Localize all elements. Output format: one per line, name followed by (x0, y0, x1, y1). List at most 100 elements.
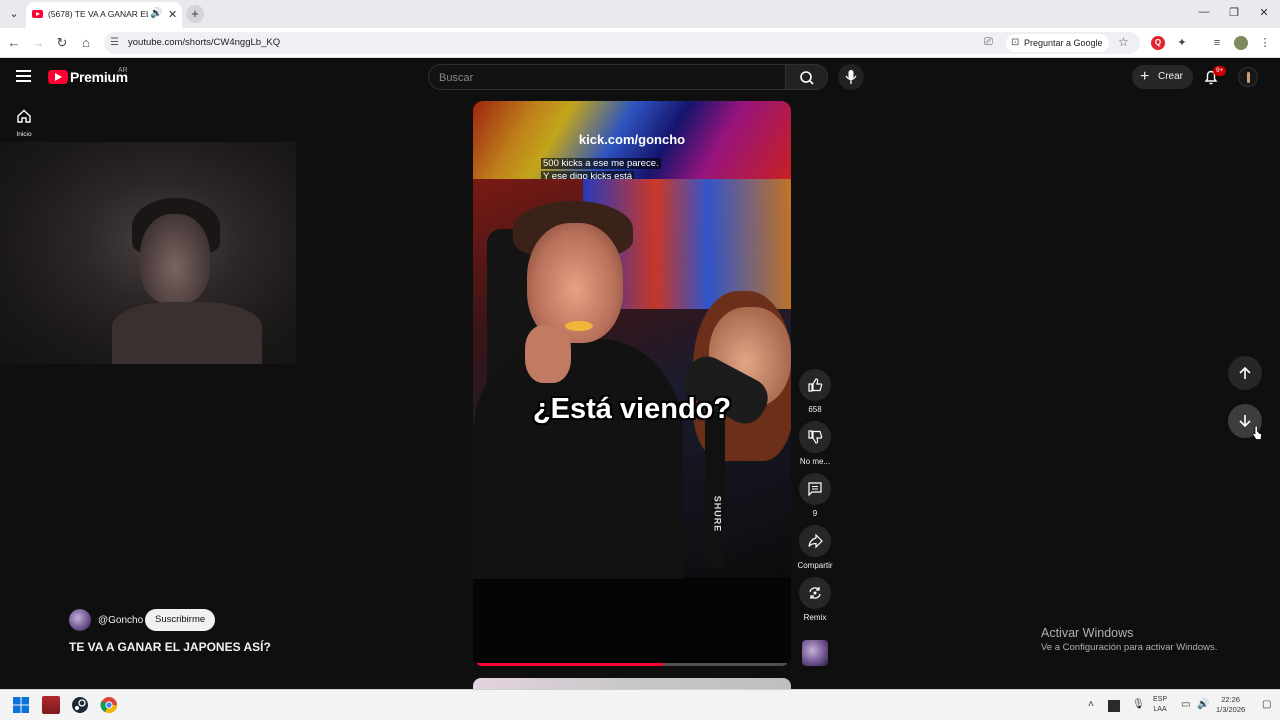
volume-icon[interactable]: 🔊 (1197, 699, 1209, 710)
url-text[interactable]: youtube.com/shorts/CW4nggLb_KQ (128, 37, 280, 48)
microphone-brand: SHURE (712, 495, 723, 533)
share-arrow-icon (808, 533, 823, 549)
nvidia-tray-icon[interactable] (1108, 700, 1120, 712)
comments-button[interactable] (799, 473, 831, 505)
google-lens-icon: ⊡ (1011, 37, 1020, 48)
browser-menu-icon[interactable]: ⋮ (1258, 36, 1272, 50)
watermark-title: Activar Windows (1041, 626, 1134, 640)
notification-count-badge: 9+ (1213, 66, 1227, 76)
reload-icon[interactable]: ↻ (54, 35, 70, 51)
account-avatar[interactable] (1238, 67, 1258, 87)
maximize-button[interactable]: ❐ (1226, 6, 1242, 19)
microphone-tray-icon[interactable]: 🎙 (1132, 699, 1145, 710)
subscribe-button[interactable]: Suscribirme (145, 609, 216, 631)
comment-icon (808, 482, 822, 497)
back-arrow-icon[interactable]: ← (6, 35, 22, 51)
windows-start-icon[interactable] (12, 696, 30, 714)
sidebar-item-home[interactable]: Inicio (8, 108, 40, 140)
home-icon[interactable]: ⌂ (78, 35, 94, 51)
hand-cursor-icon (1252, 426, 1262, 440)
extension-red-icon[interactable]: Q (1151, 36, 1165, 50)
channel-handle[interactable]: @Goncho (98, 615, 143, 626)
video-overlay-text: ¿Está viendo? (532, 393, 732, 425)
snack-chip (565, 321, 593, 331)
webcam-overlay (0, 142, 296, 364)
video-progress-bar[interactable] (477, 663, 787, 666)
close-window-button[interactable]: ✕ (1256, 6, 1272, 19)
input-language-indicator[interactable]: ESP LAA (1153, 695, 1167, 715)
youtube-logo-icon[interactable] (48, 70, 68, 84)
notification-center-icon[interactable]: ▢ (1262, 699, 1271, 710)
audio-playing-icon[interactable]: 🔊 (150, 8, 162, 19)
channel-avatar[interactable] (69, 609, 91, 631)
share-action: Compartir (795, 525, 835, 570)
like-count: 658 (808, 405, 822, 414)
person-hand (525, 325, 571, 383)
dislike-action: No me... (795, 421, 835, 466)
forward-arrow-icon[interactable]: → (30, 35, 46, 51)
webcam-person-body (112, 302, 262, 364)
bookmark-star-icon[interactable]: ☆ (1118, 35, 1129, 49)
ask-google-label: Preguntar a Google (1024, 38, 1103, 48)
thumbs-up-icon (808, 378, 823, 392)
search-button[interactable] (786, 64, 828, 90)
banner-text: kick.com/goncho (578, 132, 686, 147)
steam-icon[interactable] (71, 696, 89, 714)
video-editor-app-icon[interactable] (42, 696, 60, 714)
chrome-icon[interactable] (100, 696, 118, 714)
address-bar[interactable]: ☰ youtube.com/shorts/CW4nggLb_KQ ⎚ ⊡ Pre… (104, 32, 1140, 54)
extensions-puzzle-icon[interactable]: ✦ (1175, 36, 1189, 50)
plus-icon: + (1140, 68, 1150, 85)
search-box[interactable] (428, 64, 786, 90)
caption-line-1: 500 kicks a ese me parece. (541, 158, 661, 169)
video-progress-fill (477, 663, 663, 666)
browser-tab-active[interactable]: (5678) TE VA A GANAR EL JA 🔊 ✕ (26, 2, 182, 28)
remix-icon (809, 587, 821, 599)
youtube-favicon-icon (32, 10, 43, 18)
search-input[interactable] (439, 70, 769, 86)
like-button[interactable] (799, 369, 831, 401)
profile-avatar-icon[interactable] (1234, 36, 1248, 50)
reading-list-icon[interactable]: ≡ (1210, 36, 1224, 50)
tab-search-icon[interactable]: ⌄ (6, 6, 22, 22)
tab-title: (5678) TE VA A GANAR EL JA (48, 9, 148, 19)
tab-close-icon[interactable]: ✕ (168, 8, 177, 21)
video-title[interactable]: TE VA A GANAR EL JAPONES ASÍ? (69, 640, 271, 654)
language-code: ESP (1153, 696, 1168, 703)
person-body (473, 339, 683, 579)
ask-google-button[interactable]: ⊡ Preguntar a Google (1006, 34, 1109, 52)
audio-source-thumbnail[interactable] (802, 640, 828, 666)
microphone-icon (845, 70, 857, 84)
search-icon (800, 71, 814, 85)
like-action: 658 (795, 369, 835, 414)
dislike-button[interactable] (799, 421, 831, 453)
clock-date: 1/3/2026 (1216, 705, 1246, 714)
previous-short-button[interactable] (1228, 356, 1262, 390)
remix-button[interactable] (799, 577, 831, 609)
install-app-icon[interactable]: ⎚ (984, 36, 993, 49)
new-tab-button[interactable]: + (186, 5, 204, 23)
share-label: Compartir (797, 561, 833, 570)
home-icon (17, 109, 31, 123)
site-info-icon[interactable]: ☰ (110, 37, 119, 48)
hamburger-menu-icon[interactable] (16, 70, 31, 82)
clock-time: 22:26 (1221, 695, 1240, 704)
create-label: Crear (1158, 71, 1184, 82)
arrow-up-icon (1239, 366, 1251, 379)
network-icon[interactable]: ▭ (1181, 699, 1190, 710)
create-button[interactable]: + Crear (1132, 65, 1194, 89)
microphone-stand (705, 409, 725, 569)
show-hidden-icons-icon[interactable]: ˄ (1088, 699, 1094, 710)
short-video-player[interactable]: kick.com/goncho 500 kicks a ese me parec… (473, 101, 791, 666)
sidebar-item-label: Inicio (16, 131, 32, 138)
comment-count: 9 (812, 509, 818, 518)
voice-search-button[interactable] (838, 64, 864, 90)
taskbar-clock[interactable]: 22:26 1/3/2026 (1216, 695, 1245, 715)
youtube-header: Premium AR + Crear 9+ (0, 58, 1280, 98)
share-button[interactable] (799, 525, 831, 557)
windows-activation-watermark: Activar Windows Ve a Configuración para … (1041, 626, 1217, 653)
webcam-person-face (140, 214, 210, 304)
minimize-button[interactable]: — (1196, 6, 1212, 18)
comments-action: 9 (795, 473, 835, 518)
browser-toolbar: ← → ↻ ⌂ ☰ youtube.com/shorts/CW4nggLb_KQ… (0, 28, 1280, 58)
